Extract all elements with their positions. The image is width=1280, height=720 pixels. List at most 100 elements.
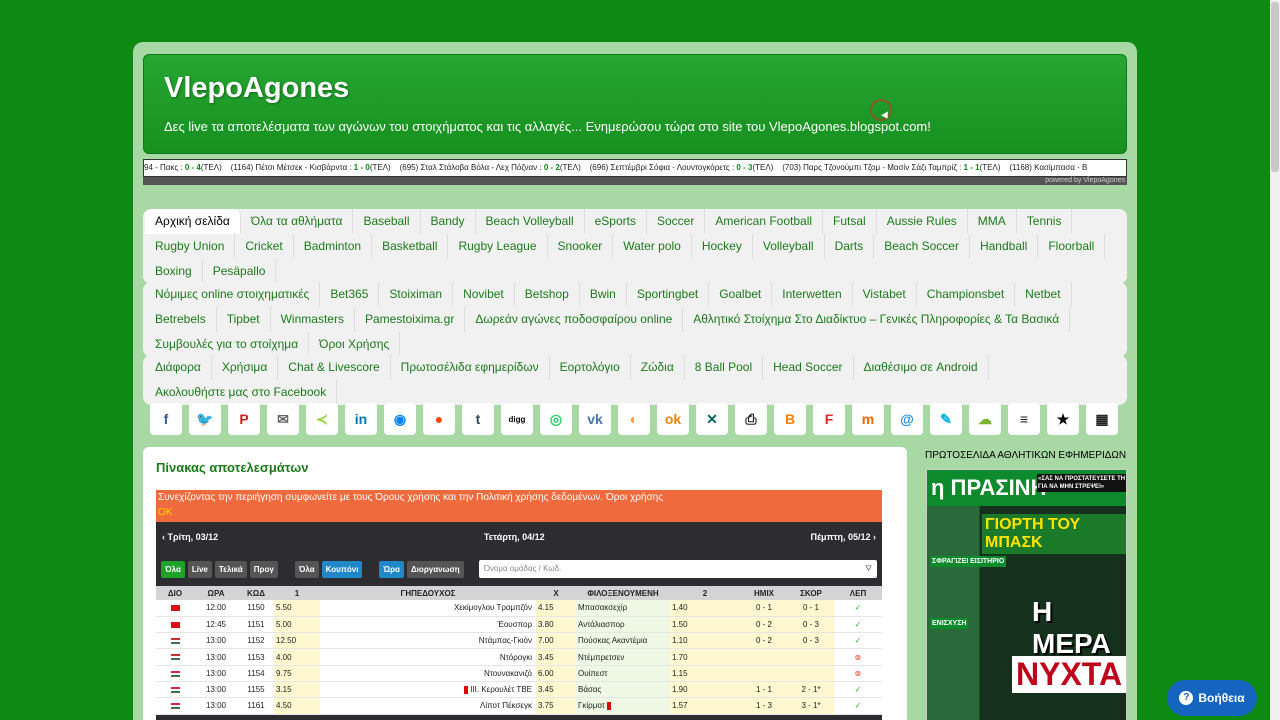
menu-item[interactable]: Badminton	[294, 234, 373, 259]
menu-item[interactable]: Cricket	[235, 234, 294, 259]
menu-item[interactable]: Vistabet	[853, 282, 917, 307]
menu-item[interactable]: Handball	[970, 234, 1039, 259]
menu-item[interactable]: Basketball	[372, 234, 449, 259]
menu-item[interactable]: Novibet	[453, 282, 515, 307]
qrcode-share-button[interactable]: ▦	[1086, 403, 1118, 435]
table-row[interactable]: 13:00 1155 3.15 III. Κερουλέτ ΤΒΕ 3.45 Βάσας 1…	[156, 681, 882, 699]
column-header[interactable]: ΦΙΛΟΞΕΝΟΥΜΕΝΗ	[576, 586, 670, 600]
menu-item[interactable]: Chat & Livescore	[278, 355, 391, 380]
menu-item[interactable]: Rugby League	[448, 234, 548, 259]
newspaper-cover-image[interactable]: η ΠΡΑΣΙΝΗ «ΣΑΣ ΝΑ ΠΡΟΣΤΑΤΕΥΣΕΤΕ ΤΗ ΓΙΑ Ν…	[926, 469, 1127, 720]
filter-coupon[interactable]: Κουπόνι	[321, 560, 363, 578]
menu-item[interactable]: Όροι Χρήσης	[309, 332, 401, 357]
buffer-share-button[interactable]: ≡	[1008, 403, 1040, 435]
menu-item[interactable]: Συμβουλές για το στοίχημα	[145, 332, 310, 357]
print-share-button[interactable]: ⎙	[735, 403, 767, 435]
filter-live[interactable]: Live	[187, 560, 212, 578]
filter-all-matches[interactable]: Όλα	[294, 560, 319, 578]
vk-share-button[interactable]: vk	[579, 403, 611, 435]
reddit-share-button[interactable]: ●	[423, 403, 455, 435]
ticker-item[interactable]: (1164) Πέτσι Μέτσεκ - Κισβάρντα : 1 - 0(…	[231, 163, 400, 172]
table-row[interactable]: 12:00 1150 5.50 Χεκίμογλου Τραμπζόν 4.15 Μπασ…	[156, 600, 882, 617]
facebook-share-button[interactable]: f	[150, 403, 182, 435]
share-share-button[interactable]: ≺	[306, 403, 338, 435]
menu-item[interactable]: Αρχική σελίδα	[145, 209, 241, 234]
menu-item[interactable]: Sportingbet	[627, 282, 710, 307]
ticker-item[interactable]: 94 - Πακς : 0 - 4(ΤΕΛ)	[144, 163, 231, 172]
help-button[interactable]: ? Βοήθεια	[1167, 680, 1257, 716]
menu-item[interactable]: Volleyball	[753, 234, 825, 259]
ticker-item[interactable]: (1168) Κασίμπασα - Β	[1009, 163, 1096, 172]
menu-item[interactable]: Championsbet	[917, 282, 1016, 307]
whatsapp-share-button[interactable]: ◎	[540, 403, 572, 435]
weibo-share-button[interactable]: ◐	[618, 403, 650, 435]
star-share-button[interactable]: ★	[1047, 403, 1079, 435]
menu-item[interactable]: Darts	[825, 234, 875, 259]
linkedin-share-button[interactable]: in	[345, 403, 377, 435]
filter-all[interactable]: Όλα	[161, 560, 185, 578]
filter-icon[interactable]: ⛛	[865, 560, 872, 578]
menu-item[interactable]: Ζώδια	[631, 355, 685, 380]
column-header[interactable]: ΔΙΟ	[156, 586, 194, 600]
menu-item[interactable]: Bwin	[580, 282, 627, 307]
menu-item[interactable]: eSports	[585, 209, 647, 234]
menu-item[interactable]: Beach Volleyball	[476, 209, 585, 234]
menu-item[interactable]: Aussie Rules	[877, 209, 968, 234]
menu-item[interactable]: Tipbet	[217, 307, 271, 332]
next-day-link[interactable]: Πέμπτη, 05/12 ›	[811, 532, 877, 542]
column-header[interactable]: ΓΗΠΕΔΟΥΧΟΣ	[320, 586, 536, 600]
menu-item[interactable]: Head Soccer	[763, 355, 854, 380]
wechat-share-button[interactable]: ☁	[969, 403, 1001, 435]
tumblr-share-button[interactable]: t	[462, 403, 494, 435]
meneame-share-button[interactable]: m	[852, 403, 884, 435]
table-row[interactable]: 13:00 1153 4.00 Ντόρογκι 3.45 Ντέμπρετσεν 1.70…	[156, 648, 882, 666]
menu-item[interactable]: Tennis	[1017, 209, 1073, 234]
menu-item[interactable]: Pamestoixima.gr	[355, 307, 466, 332]
twitter-share-button[interactable]: 🐦	[189, 403, 221, 435]
column-header[interactable]: ΩΡΑ	[194, 586, 238, 600]
cookie-text[interactable]: Συνεχίζοντας την περιήγηση συμφωνείτε με…	[158, 492, 663, 503]
table-row[interactable]: 13:00 1161 4.50 Λίποτ Πέκσεγκ 3.75 Γκίρμοτ 1.5…	[156, 697, 882, 715]
table-row[interactable]: 12:45 1151 5.00 Έουσπορ 3.80 Αντάλιασπορ 1.50 0…	[156, 616, 882, 634]
menu-item[interactable]: Bandy	[421, 209, 476, 234]
menu-item[interactable]: Betshop	[515, 282, 580, 307]
menu-item[interactable]: Bet365	[320, 282, 380, 307]
menu-item[interactable]: Πρωτοσέλιδα εφημερίδων	[391, 355, 550, 380]
menu-item[interactable]: Futsal	[823, 209, 877, 234]
flipboard-share-button[interactable]: F	[813, 403, 845, 435]
column-header[interactable]: 2	[670, 586, 740, 600]
menu-item[interactable]: Interwetten	[772, 282, 853, 307]
table-row[interactable]: 13:00 1154 9.75 Ντουνακανιζό 6.00 Ουίπεστ 1.15…	[156, 665, 882, 682]
menu-item[interactable]: Αθλητικό Στοίχημα Στο Διαδίκτυο – Γενικέ…	[683, 307, 1071, 332]
sort-time[interactable]: Ώρα	[379, 560, 404, 578]
pinterest-share-button[interactable]: P	[228, 403, 260, 435]
column-header[interactable]: ΚΩΔ	[238, 586, 274, 600]
menu-item[interactable]: Water polo	[613, 234, 692, 259]
livejournal-share-button[interactable]: ✎	[930, 403, 962, 435]
menu-item[interactable]: Winmasters	[271, 307, 355, 332]
page-scrollbar[interactable]	[1270, 0, 1280, 720]
menu-item[interactable]: Χρήσιμα	[212, 355, 279, 380]
menu-item[interactable]: 8 Ball Pool	[685, 355, 764, 380]
mailru-share-button[interactable]: @	[891, 403, 923, 435]
ticker-item[interactable]: (695) Σταλ Στάλοβα Βόλα - Λεχ Πόζναν : 0…	[400, 163, 590, 172]
odnoklassniki-share-button[interactable]: ok	[657, 403, 689, 435]
menu-item[interactable]: Goalbet	[709, 282, 773, 307]
menu-item[interactable]: Rugby Union	[145, 234, 236, 259]
menu-item[interactable]: Soccer	[647, 209, 706, 234]
xing-share-button[interactable]: ✕	[696, 403, 728, 435]
menu-item[interactable]: Δωρεάν αγώνες ποδοσφαίρου online	[465, 307, 684, 332]
menu-item[interactable]: Snooker	[548, 234, 614, 259]
menu-item[interactable]: Νόμιμες online στοιχηματικές	[145, 282, 321, 307]
filter-scheduled[interactable]: Προγ	[249, 560, 278, 578]
menu-item[interactable]: Εορτολόγιο	[550, 355, 631, 380]
menu-item[interactable]: Baseball	[353, 209, 421, 234]
table-row[interactable]: 13:00 1152 12.50 Ντάμπας-Γκιόν 7.00 Πούσκας Α…	[156, 632, 882, 650]
scrollbar-thumb[interactable]	[1271, 2, 1279, 172]
prev-day-link[interactable]: ‹ Τρίτη, 03/12	[162, 532, 218, 542]
column-header[interactable]: ΣΚΟΡ	[788, 586, 834, 600]
menu-item[interactable]: Pesäpallo	[203, 259, 277, 284]
menu-item[interactable]: American Football	[705, 209, 824, 234]
menu-item[interactable]: MMA	[968, 209, 1017, 234]
team-search-input[interactable]: Όνομα ομάδας / Κωδ. ⛛	[478, 560, 877, 578]
